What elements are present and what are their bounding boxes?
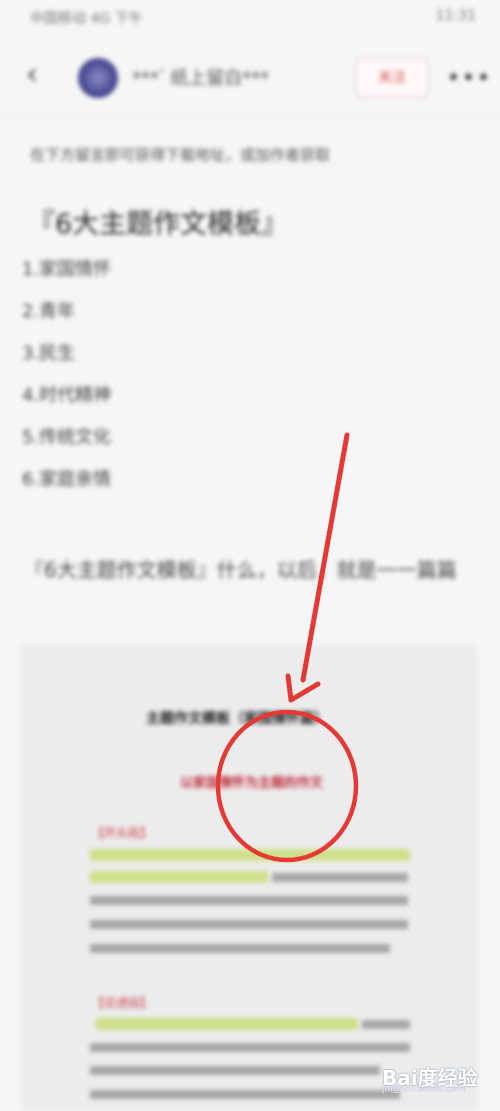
- annotation-arrow-shaft: [300, 432, 350, 683]
- annotation-circle: [215, 709, 359, 863]
- baidu-jingyan-watermark: Bai度经验 jingyan.baidu.com: [382, 1054, 494, 1094]
- annotation-overlay: [215, 432, 359, 863]
- watermark-subtext: jingyan.baidu.com: [382, 1084, 466, 1094]
